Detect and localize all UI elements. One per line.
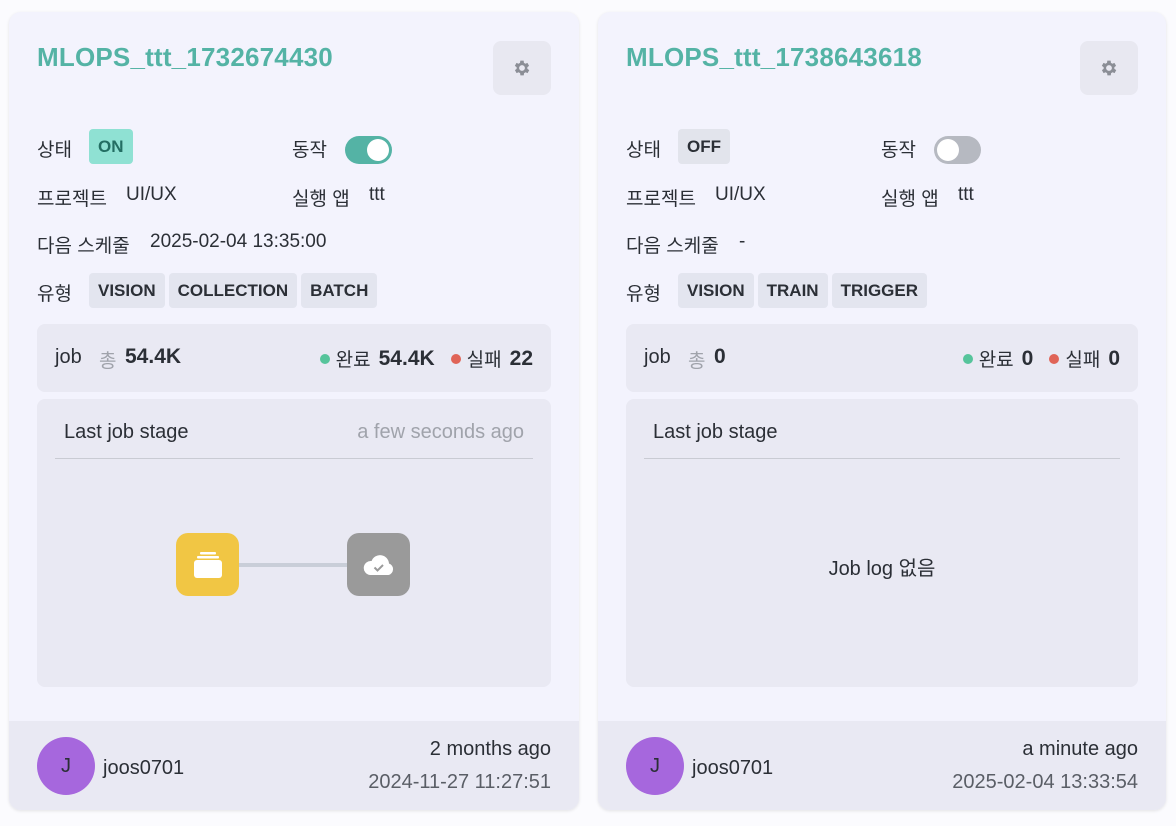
failed-dot xyxy=(1049,353,1060,364)
card-footer: J joos0701 a minute ago 2025-02-04 13:33… xyxy=(598,721,1166,810)
divider xyxy=(55,458,533,459)
gear-icon xyxy=(1101,60,1117,76)
pipeline-title[interactable]: MLOPS_ttt_1738643618 xyxy=(626,42,922,73)
action-toggle[interactable] xyxy=(934,136,981,164)
cloud-check-icon xyxy=(363,554,393,575)
stage-time: a few seconds ago xyxy=(357,421,524,443)
done-label: 완료 xyxy=(335,350,371,371)
pipeline-title[interactable]: MLOPS_ttt_1732674430 xyxy=(37,42,333,73)
created-relative: 2 months ago xyxy=(429,738,551,760)
done-value: 0 xyxy=(1021,346,1034,370)
app-label: 실행 앱 xyxy=(292,189,350,210)
job-result-counts: 완료 0 실패 0 xyxy=(962,345,1120,372)
stage-node-collection[interactable] xyxy=(176,533,239,596)
card-footer: J joos0701 2 months ago 2024-11-27 11:27… xyxy=(9,721,579,810)
next-schedule-label: 다음 스케줄 xyxy=(37,236,130,257)
done-label: 완료 xyxy=(978,350,1014,371)
done-dot xyxy=(962,353,973,364)
pipeline-card[interactable]: MLOPS_ttt_1738643618 상태 OFF 동작 프로젝트 UI/U… xyxy=(598,12,1166,810)
stage-node-upload[interactable] xyxy=(347,533,410,596)
toggle-knob xyxy=(367,139,389,161)
settings-button[interactable] xyxy=(1080,41,1138,95)
type-label: 유형 xyxy=(626,284,661,305)
next-schedule-value: - xyxy=(739,231,746,252)
next-schedule-label: 다음 스케줄 xyxy=(626,236,719,257)
action-label: 동작 xyxy=(881,140,916,161)
status-label: 상태 xyxy=(37,140,72,161)
total-value: 54.4K xyxy=(125,345,182,368)
type-tags: VISION COLLECTION BATCH xyxy=(89,273,381,308)
app-label: 실행 앱 xyxy=(881,189,939,210)
last-job-stage-panel: Last job stage Job log 없음 xyxy=(626,399,1138,687)
project-label: 프로젝트 xyxy=(626,189,696,210)
created-at: 2024-11-27 11:27:51 xyxy=(368,771,551,793)
failed-value: 22 xyxy=(509,346,533,370)
type-tag: TRIGGER xyxy=(831,273,928,308)
project-value: UI/UX xyxy=(126,184,177,205)
created-relative: a minute ago xyxy=(1022,738,1138,760)
avatar: J xyxy=(37,737,95,795)
type-tag: VISION xyxy=(89,273,165,308)
settings-button[interactable] xyxy=(493,41,551,95)
job-stats: job 총 0 완료 0 실패 0 xyxy=(626,324,1138,392)
type-tags: VISION TRAIN TRIGGER xyxy=(678,273,931,308)
divider xyxy=(644,458,1120,459)
pipeline-card[interactable]: MLOPS_ttt_1732674430 상태 ON 동작 프로젝트 UI/UX… xyxy=(9,12,579,810)
failed-dot xyxy=(450,353,461,364)
gear-icon xyxy=(514,60,530,76)
job-label: job xyxy=(644,346,671,368)
stage-heading: Last job stage xyxy=(64,421,189,443)
type-tag: VISION xyxy=(678,273,754,308)
status-badge: ON xyxy=(89,129,133,164)
type-tag: COLLECTION xyxy=(168,273,298,308)
username: joos0701 xyxy=(692,757,774,779)
failed-label: 실패 xyxy=(466,350,502,371)
failed-value: 0 xyxy=(1108,346,1120,370)
created-at: 2025-02-04 13:33:54 xyxy=(952,771,1138,793)
status-badge: OFF xyxy=(678,129,730,164)
status-label: 상태 xyxy=(626,140,661,161)
job-label: job xyxy=(55,346,82,368)
done-dot xyxy=(319,353,330,364)
app-value: ttt xyxy=(369,184,385,205)
job-stats: job 총 54.4K 완료 54.4K 실패 22 xyxy=(37,324,551,392)
collection-icon xyxy=(193,551,222,578)
type-label: 유형 xyxy=(37,284,72,305)
project-label: 프로젝트 xyxy=(37,189,107,210)
total-label: 총 xyxy=(99,351,117,372)
total-value: 0 xyxy=(714,345,726,368)
done-value: 54.4K xyxy=(378,346,435,370)
type-tag: TRAIN xyxy=(757,273,828,308)
action-toggle[interactable] xyxy=(345,136,392,164)
total-label: 총 xyxy=(688,351,706,372)
last-job-stage-panel: Last job stage a few seconds ago xyxy=(37,399,551,687)
toggle-knob xyxy=(937,139,959,161)
project-value: UI/UX xyxy=(715,184,766,205)
next-schedule-value: 2025-02-04 13:35:00 xyxy=(150,231,327,252)
job-result-counts: 완료 54.4K 실패 22 xyxy=(319,345,533,372)
pipeline-board: MLOPS_ttt_1732674430 상태 ON 동작 프로젝트 UI/UX… xyxy=(0,0,1176,826)
stage-connector xyxy=(239,563,347,567)
action-label: 동작 xyxy=(292,140,327,161)
app-value: ttt xyxy=(958,184,974,205)
avatar: J xyxy=(626,737,684,795)
username: joos0701 xyxy=(103,757,185,779)
failed-label: 실패 xyxy=(1065,350,1101,371)
type-tag: BATCH xyxy=(301,273,378,308)
no-job-log-message: Job log 없음 xyxy=(828,558,936,580)
stage-heading: Last job stage xyxy=(653,421,778,443)
